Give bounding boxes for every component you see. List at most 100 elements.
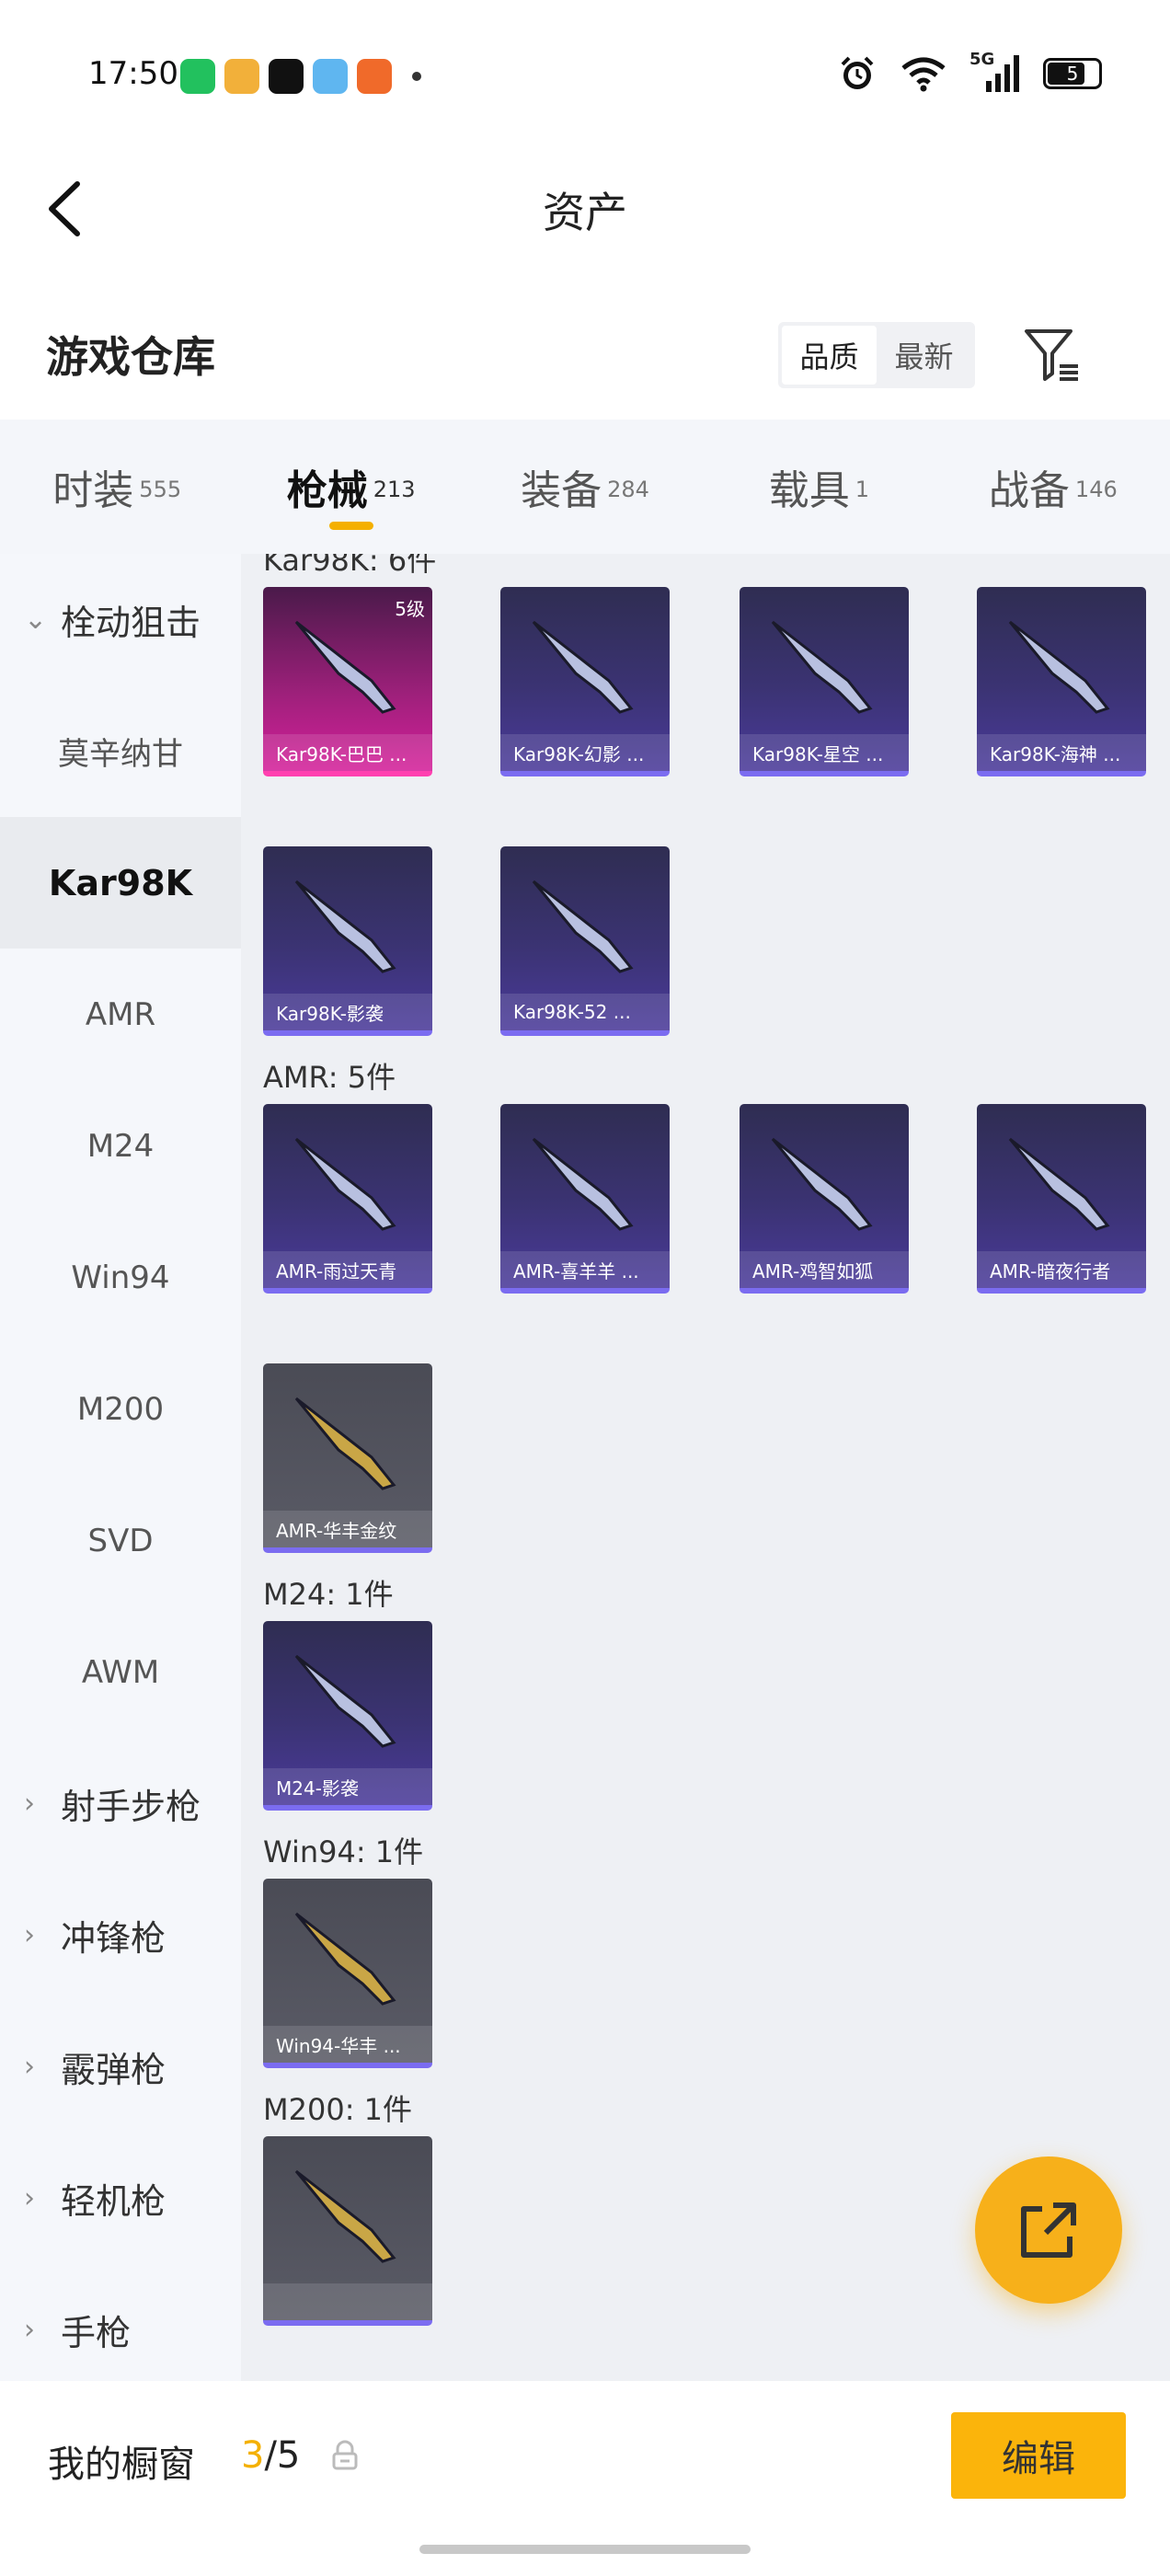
sidebar-item[interactable]: ⌄ 栓动狙击	[0, 554, 241, 685]
weapon-card[interactable]: Kar98K-52 ...	[500, 846, 670, 1036]
wechat-icon	[180, 59, 215, 94]
rifle-icon	[771, 620, 873, 714]
tab-firearms[interactable]: 枪械 213	[234, 420, 467, 554]
battery-level: 5	[1066, 63, 1079, 85]
page-title: 资产	[543, 188, 627, 237]
tab-equipment[interactable]: 装备 284	[468, 420, 702, 554]
sidebar-item-label: 莫辛纳甘	[58, 736, 183, 773]
active-tab-indicator	[328, 522, 373, 530]
section-title: M24: 1件	[263, 1577, 394, 1612]
weapon-card-label: Kar98K-影袭	[263, 994, 432, 1030]
rifle-icon	[294, 620, 396, 714]
weapon-card-label: AMR-鸡智如狐	[740, 1251, 909, 1288]
category-tabs: 时装 555 枪械 213 装备 284 载具 1 战备 146	[0, 420, 1170, 554]
weapon-card[interactable]: AMR-鸡智如狐	[740, 1104, 909, 1294]
weapon-grid: Kar98K: 6件 5级 Kar98K-巴巴 ... Kar98K-幻影 ... Ka…	[241, 554, 1170, 2381]
weapon-card[interactable]: AMR-华丰金纹	[263, 1363, 432, 1553]
weapon-card[interactable]: AMR-暗夜行者	[977, 1104, 1146, 1294]
showcase-count: 3/5	[241, 2434, 300, 2477]
tab-fashion[interactable]: 时装 555	[0, 420, 234, 554]
alarm-icon	[841, 56, 874, 89]
sidebar-item-label: Kar98K	[48, 862, 193, 903]
showcase-bar: 我的橱窗 3/5 编辑	[0, 2381, 1170, 2537]
edit-button[interactable]: 编辑	[951, 2412, 1126, 2499]
sidebar-item[interactable]: › 霰弹枪	[0, 2001, 241, 2133]
sort-toggle: 品质 最新	[778, 322, 975, 388]
sidebar-item[interactable]: › 射手步枪	[0, 1738, 241, 1869]
weapon-card[interactable]: Kar98K-星空 ...	[740, 587, 909, 776]
sidebar-item-label: 霰弹枪	[61, 2050, 166, 2090]
sidebar-item-label: AWM	[81, 1653, 160, 1691]
weapon-card[interactable]: Kar98K-海神 ...	[977, 587, 1146, 776]
sidebar-item[interactable]: 莫辛纳甘	[0, 685, 241, 817]
home-indicator[interactable]	[419, 2545, 751, 2554]
weapon-card-label: M24-影袭	[263, 1768, 432, 1805]
sidebar-item[interactable]: AMR	[0, 949, 241, 1080]
weapon-card-label: Kar98K-巴巴 ...	[263, 734, 432, 771]
rifle-icon	[294, 1654, 396, 1748]
tab-combat-gear[interactable]: 战备 146	[936, 420, 1170, 554]
tab-count: 146	[1074, 477, 1118, 502]
warehouse-row: 游戏仓库 品质 最新	[0, 304, 1170, 405]
weapon-card[interactable]: AMR-喜羊羊 ...	[500, 1104, 670, 1294]
weapon-card[interactable]	[263, 2136, 432, 2326]
section-title: AMR: 5件	[263, 1060, 396, 1095]
battery-icon: 5	[1043, 58, 1102, 89]
share-icon	[1021, 2202, 1076, 2258]
weapon-card[interactable]: M24-影袭	[263, 1621, 432, 1811]
weapon-card-label: Kar98K-星空 ...	[740, 734, 909, 771]
chevron-down-icon: ⌄	[24, 604, 48, 636]
rifle-icon	[1008, 1137, 1110, 1231]
sidebar-item[interactable]: SVD	[0, 1475, 241, 1606]
sidebar-item-label: M200	[76, 1390, 165, 1428]
showcase-total: /5	[264, 2434, 301, 2477]
rifle-icon	[294, 1912, 396, 2006]
section-title: Kar98K: 6件	[263, 554, 437, 578]
section-title: Win94: 1件	[263, 1834, 424, 1869]
sidebar-item-label: M24	[86, 1127, 155, 1165]
showcase-current: 3	[241, 2434, 265, 2477]
sidebar-item[interactable]: › 冲锋枪	[0, 1869, 241, 2001]
sidebar-item[interactable]: M24	[0, 1080, 241, 1212]
weapon-card-label: AMR-暗夜行者	[977, 1251, 1146, 1288]
status-app-icons	[180, 59, 421, 94]
rifle-icon	[532, 880, 634, 973]
tab-count: 284	[607, 477, 649, 502]
rifle-icon	[294, 1137, 396, 1231]
status-time: 17:50	[88, 55, 178, 92]
game-app-icon	[224, 59, 259, 94]
weapon-card[interactable]: Win94-华丰 ...	[263, 1879, 432, 2068]
signal-icon: 5G	[969, 50, 1021, 94]
rifle-icon	[294, 880, 396, 973]
sidebar-item[interactable]: › 轻机枪	[0, 2133, 241, 2264]
weapon-card-label: Kar98K-海神 ...	[977, 734, 1146, 771]
weather-icon	[313, 59, 348, 94]
tab-count: 555	[139, 477, 182, 502]
weapon-card[interactable]: Kar98K-影袭	[263, 846, 432, 1036]
wifi-icon	[901, 57, 946, 92]
sidebar-item[interactable]: AWM	[0, 1606, 241, 1738]
sort-newest-button[interactable]: 最新	[877, 326, 971, 385]
sidebar-item[interactable]: Kar98K	[0, 817, 241, 949]
weapon-card[interactable]: 5级 Kar98K-巴巴 ...	[263, 587, 432, 776]
weapon-card[interactable]: AMR-雨过天青	[263, 1104, 432, 1294]
tab-label: 战备	[988, 467, 1070, 514]
tab-vehicles[interactable]: 载具 1	[702, 420, 935, 554]
sort-quality-button[interactable]: 品质	[782, 326, 877, 385]
sidebar-item[interactable]: › 手枪	[0, 2264, 241, 2396]
sidebar-item[interactable]: Win94	[0, 1212, 241, 1343]
sidebar-item-label: 射手步枪	[61, 1787, 201, 1827]
sidebar-item-label: 冲锋枪	[61, 1918, 166, 1959]
more-notifications-dot	[412, 72, 421, 81]
weapon-card[interactable]: Kar98K-幻影 ...	[500, 587, 670, 776]
sidebar-item-label: 轻机枪	[61, 2181, 166, 2222]
rifle-icon	[294, 2169, 396, 2263]
share-button[interactable]	[975, 2156, 1122, 2304]
rifle-icon	[532, 620, 634, 714]
chevron-right-icon: ›	[24, 2182, 35, 2214]
sidebar-item[interactable]: M200	[0, 1343, 241, 1475]
weapon-card-label: Kar98K-幻影 ...	[500, 734, 670, 771]
filter-icon[interactable]	[1023, 326, 1082, 385]
tab-count: 1	[855, 477, 870, 502]
sidebar-item-label: SVD	[87, 1522, 154, 1559]
